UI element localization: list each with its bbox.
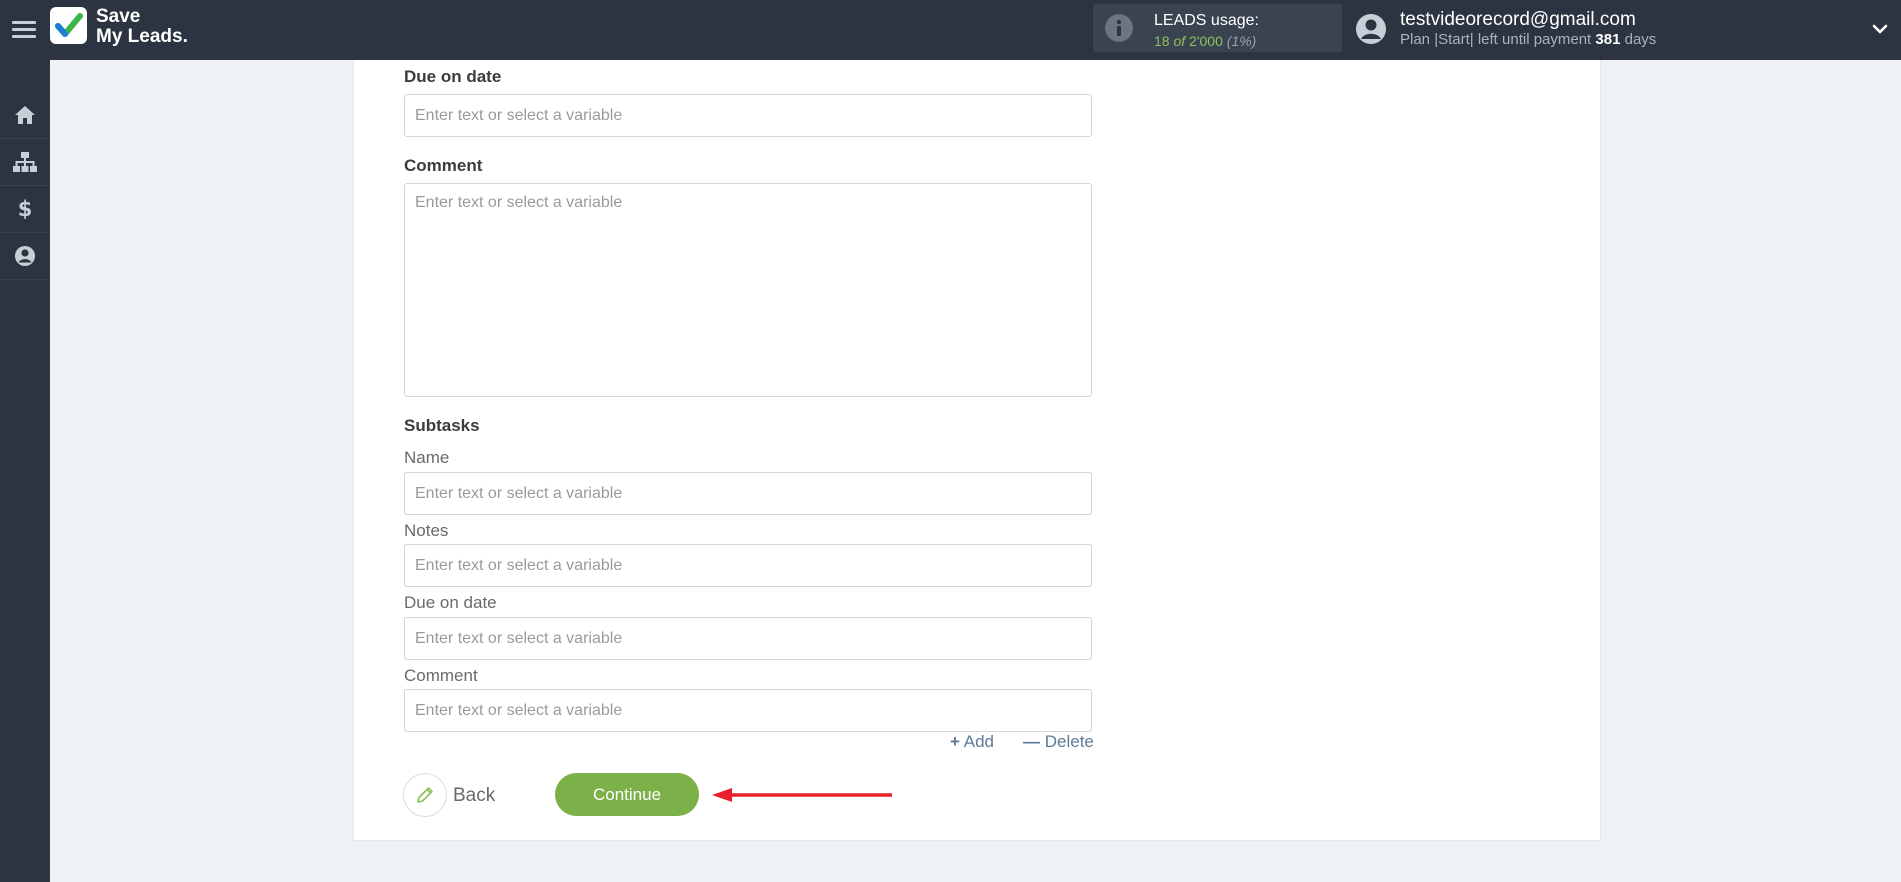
leads-usage-panel: LEADS usage: 18 of 2'000 (1%): [1093, 4, 1342, 52]
subtask-comment-label: Comment: [404, 666, 478, 685]
logo-icon[interactable]: [50, 7, 87, 44]
user-email[interactable]: testvideorecord@gmail.com: [1400, 9, 1636, 31]
red-arrow-annotation: [712, 788, 892, 802]
dollar-icon: $: [18, 197, 33, 221]
logo-text[interactable]: Save My Leads.: [96, 7, 188, 47]
add-subtask-button[interactable]: + Add: [950, 732, 994, 752]
usage-total: 2'000: [1189, 33, 1223, 49]
comment-label: Comment: [404, 156, 483, 175]
hamburger-menu-icon[interactable]: [12, 17, 36, 43]
subtask-name-input[interactable]: [404, 472, 1092, 515]
usage-of: of: [1173, 33, 1186, 49]
subtasks-label: Subtasks: [404, 416, 480, 435]
subtask-due-on-date-label: Due on date: [404, 593, 497, 612]
user-circle-icon: [15, 246, 35, 266]
continue-button[interactable]: Continue: [555, 773, 699, 816]
comment-textarea[interactable]: [404, 183, 1092, 397]
usage-title: LEADS usage:: [1154, 12, 1259, 29]
subtask-due-on-date-input[interactable]: [404, 617, 1092, 660]
delete-label: Delete: [1044, 732, 1094, 751]
sidebar-item-connections[interactable]: [0, 139, 50, 186]
back-button[interactable]: [403, 773, 447, 817]
logo-line-2: My Leads.: [96, 26, 188, 47]
sidebar-item-billing[interactable]: $: [0, 186, 50, 233]
plan-info: Plan |Start| left until payment 381 days: [1400, 31, 1656, 48]
subtask-notes-label: Notes: [404, 521, 449, 540]
usage-count: 18 of 2'000 (1%): [1154, 33, 1256, 49]
top-bar: Save My Leads. LEADS usage: 18 of 2'000 …: [0, 0, 1901, 60]
svg-text:$: $: [18, 197, 33, 221]
plus-icon: +: [950, 732, 960, 751]
sitemap-icon: [13, 152, 37, 172]
info-icon: [1105, 14, 1133, 42]
delete-subtask-button[interactable]: — Delete: [1023, 732, 1094, 752]
due-on-date-input[interactable]: [404, 94, 1092, 137]
plan-prefix: Plan |Start| left until payment: [1400, 31, 1592, 48]
user-avatar-icon[interactable]: [1355, 13, 1387, 45]
due-on-date-label: Due on date: [404, 67, 502, 86]
pencil-icon: [417, 787, 433, 803]
chevron-down-icon[interactable]: [1871, 20, 1889, 38]
subtask-notes-input[interactable]: [404, 544, 1092, 587]
home-icon: [15, 106, 35, 124]
minus-icon: —: [1023, 732, 1040, 751]
usage-percent: (1%): [1226, 33, 1257, 49]
sidebar-item-home[interactable]: [0, 92, 50, 139]
plan-suffix: days: [1624, 31, 1657, 48]
usage-used: 18: [1154, 33, 1170, 49]
sidebar-item-account[interactable]: [0, 233, 50, 280]
plan-days: 381: [1595, 31, 1621, 48]
back-label[interactable]: Back: [453, 785, 495, 807]
sidebar: $: [0, 60, 50, 882]
add-label: Add: [963, 732, 994, 751]
subtask-comment-input[interactable]: [404, 689, 1092, 732]
logo-line-1: Save: [96, 6, 141, 27]
subtask-name-label: Name: [404, 448, 450, 467]
